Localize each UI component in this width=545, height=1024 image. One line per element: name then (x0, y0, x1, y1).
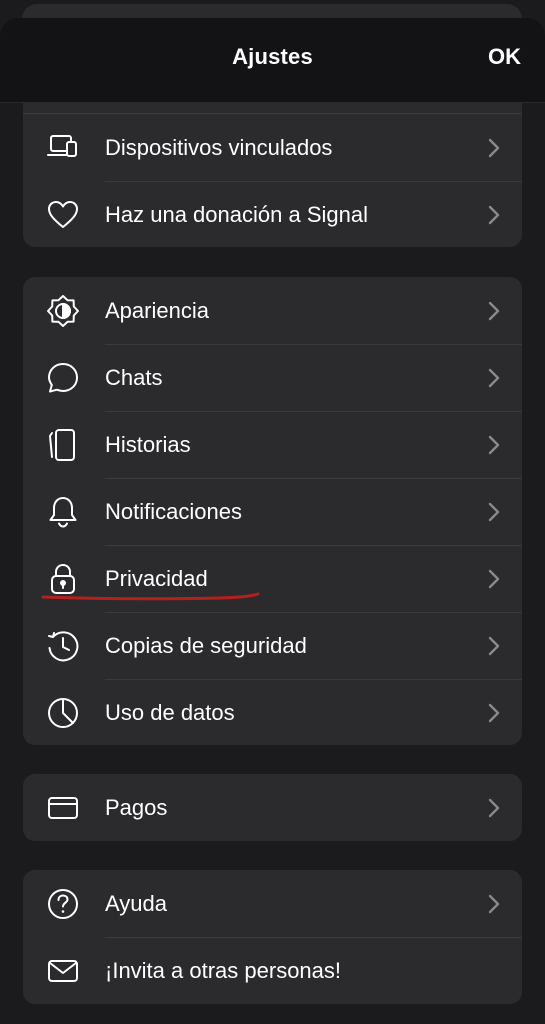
settings-row-label: Copias de seguridad (105, 633, 307, 658)
linked-devices-icon (45, 130, 81, 166)
settings-row-label: Ayuda (105, 891, 167, 916)
settings-row-invite[interactable]: ¡Invita a otras personas! (23, 937, 522, 1004)
settings-row-donate[interactable]: Haz una donación a Signal (23, 181, 522, 247)
chevron-right-icon (488, 502, 500, 522)
chevron-right-icon (488, 569, 500, 589)
settings-row-label: Dispositivos vinculados (105, 135, 333, 160)
settings-row-payments[interactable]: Pagos (23, 774, 522, 841)
settings-row-chats[interactable]: Chats (23, 344, 522, 411)
chevron-right-icon (488, 703, 500, 723)
chevron-right-icon (488, 636, 500, 656)
settings-header: Ajustes OK (0, 18, 545, 103)
page-title: Ajustes (232, 44, 313, 69)
settings-row-notifications[interactable]: Notificaciones (23, 478, 522, 545)
chevron-right-icon (488, 894, 500, 914)
settings-row-privacy[interactable]: Privacidad (23, 545, 522, 612)
settings-row-backups[interactable]: Copias de seguridad (23, 612, 522, 679)
chevron-right-icon (488, 435, 500, 455)
stories-icon (45, 427, 81, 463)
pie-chart-icon (45, 695, 81, 731)
settings-row-linked-devices[interactable]: Dispositivos vinculados (23, 113, 522, 181)
settings-row-label: Haz una donación a Signal (105, 202, 368, 227)
lock-icon (45, 561, 81, 597)
settings-row-label: ¡Invita a otras personas! (105, 958, 342, 983)
settings-row-label: Uso de datos (105, 700, 235, 725)
backup-clock-icon (45, 628, 81, 664)
chevron-right-icon (488, 798, 500, 818)
settings-row-data-usage[interactable]: Uso de datos (23, 679, 522, 745)
appearance-icon (45, 293, 81, 329)
chevron-right-icon (488, 138, 500, 158)
settings-row-stories[interactable]: Historias (23, 411, 522, 478)
settings-row-label: Notificaciones (105, 499, 242, 524)
mail-icon (45, 953, 81, 989)
settings-group-help: Ayuda ¡Invita a otras personas! (23, 870, 522, 1004)
settings-row-appearance[interactable]: Apariencia (23, 277, 522, 344)
bell-icon (45, 494, 81, 530)
settings-row-label: Historias (105, 432, 191, 457)
help-icon (45, 886, 81, 922)
heart-icon (45, 197, 81, 233)
settings-row-label: Pagos (105, 795, 168, 820)
settings-row-label: Apariencia (105, 298, 209, 323)
chevron-right-icon (488, 301, 500, 321)
card-icon (45, 790, 81, 826)
settings-row-label: Privacidad (105, 566, 208, 591)
settings-row-label: Chats (105, 365, 163, 390)
chevron-right-icon (488, 368, 500, 388)
ok-button[interactable]: OK (488, 44, 521, 70)
settings-row-help[interactable]: Ayuda (23, 870, 522, 937)
chevron-right-icon (488, 205, 500, 225)
settings-group-general: Apariencia Chats Historias Notificacione… (23, 277, 522, 745)
chat-bubble-icon (45, 360, 81, 396)
settings-group-payments: Pagos (23, 774, 522, 841)
